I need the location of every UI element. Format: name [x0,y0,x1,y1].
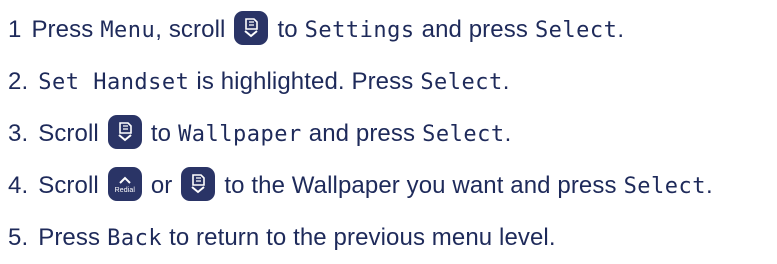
step-text: Scroll [38,120,99,147]
step-3: 3. Scroll to Wallpaper and press Select. [8,108,777,160]
phonebook-down-arrow-icon [181,167,216,201]
step-number: 1 [8,16,22,43]
redial-up-arrow-icon: Redial [107,167,142,201]
step-text: and press [308,120,416,147]
select-key-label: Select [420,69,503,95]
select-key-label: Select [623,173,707,199]
step-number: 2. [8,68,29,95]
step-text: Scroll [38,172,99,199]
step-text: and press [421,16,528,43]
step-text: . [706,172,713,199]
phonebook-down-arrow-icon [107,115,142,149]
step-number: 4. [8,172,29,199]
instruction-steps: 1 Press Menu, scroll to Settings and pre… [0,0,777,264]
settings-screen-label: Settings [304,17,415,43]
step-number: 3. [8,120,29,147]
step-text: Press [38,224,101,251]
step-2: 2. Set Handset is highlighted. Press Sel… [8,56,777,108]
phonebook-down-arrow-icon [234,11,269,45]
wallpaper-screen-label: Wallpaper [178,121,302,147]
step-text: is highlighted. Press [196,68,414,95]
select-key-label: Select [534,17,618,43]
step-text: Press [31,16,94,43]
step-text: . [502,68,510,95]
step-text: or [150,172,173,199]
step-text: , scroll [155,16,226,43]
step-text: to [277,16,298,43]
step-text: . [504,120,512,147]
step-text: to return to the previous menu level. [169,224,556,251]
step-5: 5. Press Back to return to the previous … [8,212,777,264]
step-1: 1 Press Menu, scroll to Settings and pre… [8,4,777,56]
redial-key-label: Redial [114,186,136,194]
step-text: to the Wallpaper you want and press [224,172,617,199]
select-key-label: Select [422,121,505,147]
step-4: 4. Scroll Redial or to the Wallpaper you… [8,160,777,212]
step-text: . [617,16,625,43]
back-key-label: Back [107,225,163,251]
set-handset-screen-label: Set Handset [38,69,190,95]
menu-key-label: Menu [100,17,156,43]
step-number: 5. [8,224,29,251]
step-text: to [150,120,172,147]
